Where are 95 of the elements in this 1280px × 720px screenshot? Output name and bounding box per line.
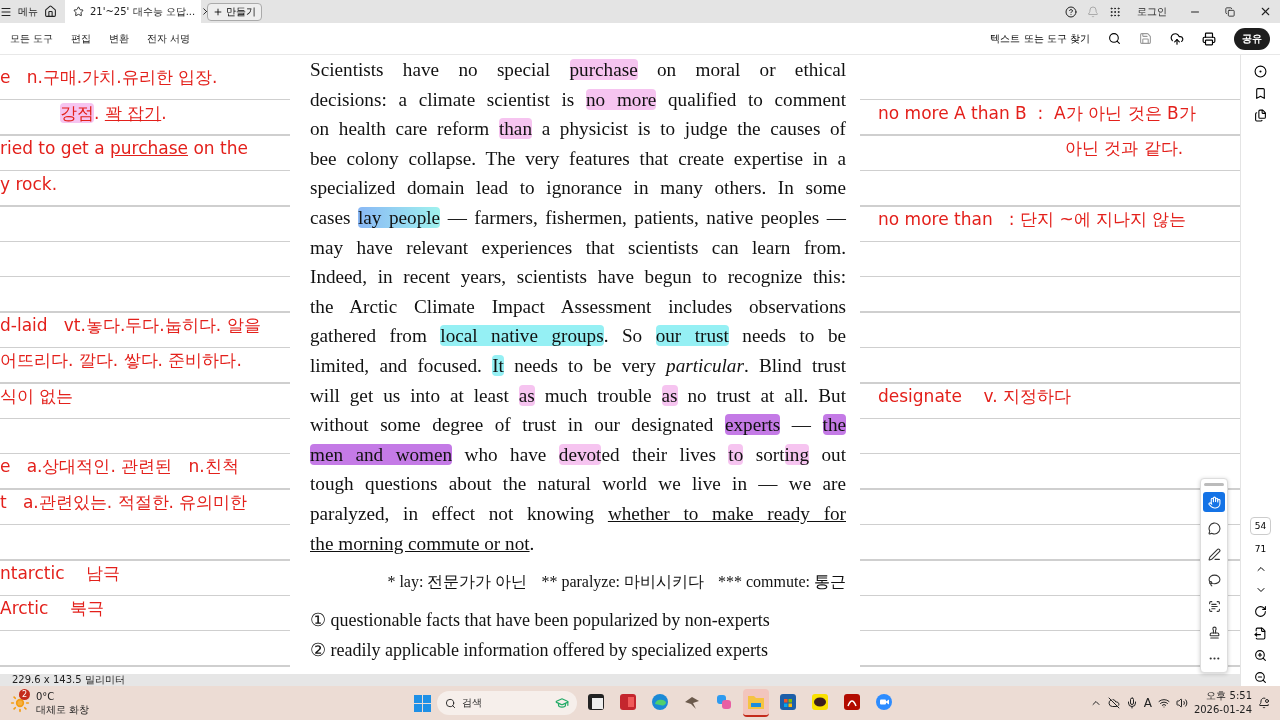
microphone-icon[interactable] (1125, 697, 1138, 709)
zoom-in-icon[interactable] (1254, 649, 1267, 662)
clock-date[interactable]: 2026-01-24 (1193, 703, 1252, 717)
windows-start-icon[interactable] (414, 694, 432, 712)
create-button[interactable]: 만들기 (207, 2, 262, 21)
passage-line: may have relevant experiences that scientists can learn from. (310, 235, 846, 260)
home-icon[interactable] (44, 5, 57, 18)
handwritten-note: t a.관련있는. 적절한. 유의미한 (0, 490, 248, 514)
window-icon (587, 693, 606, 711)
passage-line: cases lay people — farmers, fishermen, patients, native peoples — (310, 205, 846, 230)
cloud-upload-icon[interactable] (1170, 31, 1184, 46)
weather-text: 대체로 화창 (36, 703, 90, 716)
passage-line: the morning commute or not. (310, 531, 536, 556)
passage-line: bee colony collapse. The very features that create expertise in a (310, 146, 846, 171)
footnote: * lay: 전문가가 아닌 (387, 572, 528, 593)
menu-item[interactable]: 전자 서명 (147, 31, 191, 46)
menu-icon[interactable] (0, 5, 12, 18)
browser-icon (651, 693, 670, 711)
hand-icon[interactable] (1203, 492, 1225, 512)
search-placeholder: 검색 (462, 696, 484, 710)
handwritten-note: 강점. 꽉 잡기. (60, 101, 167, 125)
answer-option: ② readily applicable information offered by specialized experts (310, 635, 846, 666)
passage-line: limited, and focused. It needs to be very particular. Blind trust (310, 353, 846, 378)
tool-search-label[interactable]: 텍스트 또는 도구 찾기 (990, 31, 1090, 46)
pdf-app-icon (843, 693, 862, 711)
handwritten-note: 아닌 것과 같다. (1065, 136, 1184, 160)
tab-title: 21'~25' 대수능 오답... (90, 4, 196, 19)
handwritten-note: e n.구매.가치.유리한 입장. (0, 66, 218, 90)
copy-icon[interactable] (1254, 109, 1267, 122)
taskbar-search-field[interactable]: 검색 (437, 691, 578, 715)
drag-handle[interactable] (1204, 483, 1224, 486)
graduation-cap-icon (555, 696, 570, 710)
help-icon[interactable] (1065, 5, 1077, 18)
passage-line: men and women who have devoted their lives to sorting out (310, 442, 846, 467)
store-icon (779, 693, 798, 711)
handwritten-note: ried to get a purchase on the (0, 138, 248, 159)
print-icon[interactable] (1202, 31, 1216, 46)
passage-line: gathered from local native groups. So our trust needs to be (310, 324, 846, 349)
login-button[interactable]: 로그인 (1131, 0, 1173, 23)
close-icon[interactable] (1259, 5, 1272, 18)
save-icon[interactable] (1139, 32, 1152, 45)
menu-item[interactable]: 모든 도구 (10, 31, 54, 46)
passage-line: Indeed, in recent years, scientists have begun to recognize this: (310, 265, 846, 290)
cloud-off-icon[interactable] (1107, 697, 1120, 709)
handwritten-note: y rock. (0, 173, 58, 194)
passage-line: the Arctic Climate Impact Assessment includes observations (310, 294, 846, 319)
handwritten-note: 어뜨리다. 깔다. 쌓다. 준비하다. (0, 349, 242, 373)
notification-badge: 2 (19, 689, 30, 700)
handwritten-note: e a.상대적인. 관련된 n.친척 (0, 455, 239, 479)
passage-line: paralyzed, in effect not knowing whether to make ready for (310, 501, 846, 526)
page-size-status: 229.6 x 143.5 밀리미터 (0, 674, 1240, 686)
handwritten-note: no more than : 단지 ~에 지나지 않는 (878, 207, 1187, 231)
share-button[interactable]: 공유 (1234, 27, 1270, 50)
passage-line: specialized domain lead to ignorance in many others. In some (310, 176, 846, 201)
search-icon (445, 697, 457, 709)
star-icon[interactable] (73, 6, 84, 17)
temperature: 0°C (36, 690, 56, 703)
page-number-field[interactable]: 54 (1249, 517, 1272, 535)
copilot-icon (715, 693, 734, 711)
page-total: 71 (1254, 544, 1267, 554)
circle-icon[interactable] (1254, 65, 1267, 78)
handwritten-note: d-laid vt.놓다.두다.눕히다. 알을 (0, 313, 261, 337)
slides-app-icon (619, 693, 638, 711)
handwritten-note: 식이 없는 (0, 384, 74, 408)
answer-option: ① questionable facts that have been popularized by non-experts (310, 605, 846, 636)
search-icon[interactable] (1108, 32, 1121, 45)
menu-item[interactable]: 변환 (109, 31, 130, 46)
menu-button[interactable]: 메뉴 (12, 0, 44, 23)
apps-grid-icon[interactable] (1109, 5, 1121, 18)
passage-line: tough questions about the natural world we live in — we are (310, 472, 846, 497)
clock-time[interactable]: 오후 5:51 (1206, 689, 1252, 703)
plus-icon[interactable] (213, 6, 223, 17)
handwritten-note: no more A than B : A가 아닌 것은 B가 (878, 101, 1196, 125)
notification-bell-icon[interactable] (1258, 697, 1270, 709)
handwritten-note: Arctic 북극 (0, 597, 104, 621)
handwritten-note: designate v. 지정하다 (878, 384, 1072, 408)
chat-bubble-icon (811, 693, 830, 711)
wifi-icon[interactable] (1157, 697, 1170, 709)
file-export-icon[interactable] (1254, 627, 1267, 640)
passage-line: will get us into at least as much trouble as no trust at all. But (310, 383, 846, 408)
footnote: ** paralyze: 마비시키다 (541, 572, 704, 593)
volume-icon[interactable] (1175, 697, 1188, 709)
zoom-out-icon[interactable] (1254, 671, 1267, 684)
video-app-icon (875, 693, 894, 711)
folder-icon (747, 694, 766, 710)
bookmark-icon[interactable] (1254, 87, 1267, 100)
passage-line: on health care reform than a physicist is to judge the causes of (310, 117, 846, 142)
input-method-indicator[interactable]: A (1143, 696, 1152, 710)
handwritten-note: ntarctic 남극 (0, 561, 121, 585)
menu-item[interactable]: 편집 (71, 31, 92, 46)
footnote: *** commute: 통근 (718, 572, 846, 593)
passage-line: decisions: a climate scientist is no more qualified to comment (310, 87, 846, 112)
rotate-icon[interactable] (1254, 605, 1267, 618)
passage-line: Scientists have no special purchase on moral or ethical (310, 58, 846, 82)
restore-icon[interactable] (1225, 6, 1235, 17)
